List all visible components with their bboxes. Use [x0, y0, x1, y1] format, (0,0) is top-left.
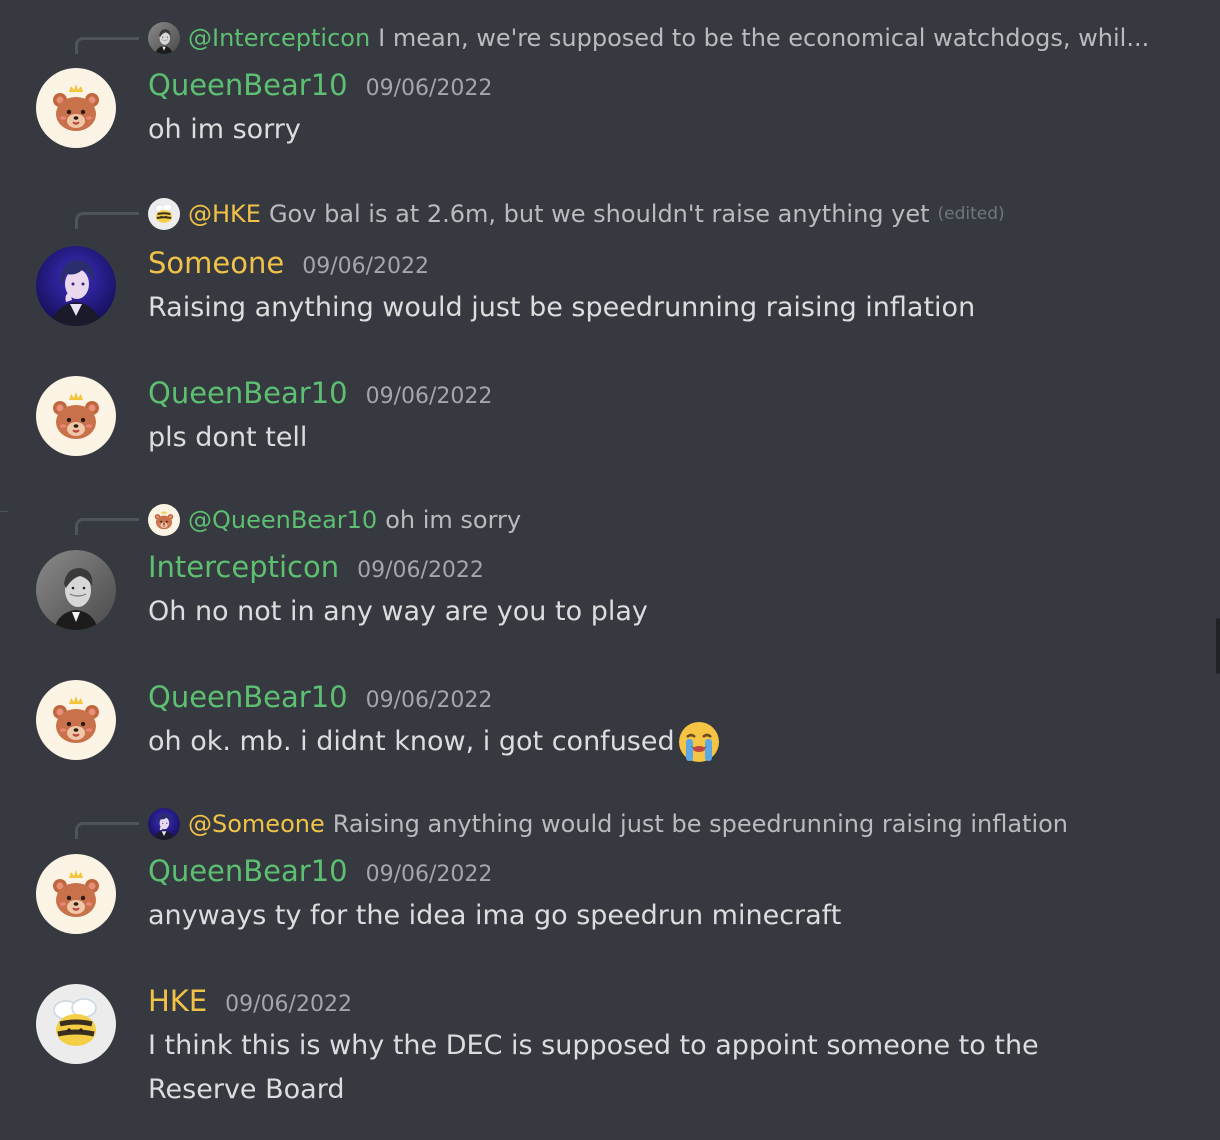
- timestamp: 09/06/2022: [302, 254, 430, 279]
- chat-message-list: @Intercepticon I mean, we're supposed to…: [0, 0, 1220, 1140]
- message-content: oh im sorry: [148, 108, 301, 152]
- message-line: Raising anything would just be speedrunn…: [148, 292, 976, 323]
- username[interactable]: HKE: [148, 984, 207, 1018]
- message-line: oh ok. mb. i didnt know, i got confused: [148, 720, 723, 764]
- man-portrait-avatar[interactable]: [36, 550, 116, 630]
- reply-preview[interactable]: @Intercepticon I mean, we're supposed to…: [148, 22, 1149, 54]
- message-header: QueenBear10 09/06/2022: [148, 68, 492, 106]
- edited-tag: (edited): [937, 204, 1005, 224]
- message-content: oh ok. mb. i didnt know, i got confused: [148, 720, 723, 764]
- message-line: pls dont tell: [148, 422, 308, 453]
- message-line: oh im sorry: [148, 114, 301, 145]
- reply-connector: [75, 37, 139, 54]
- reply-connector: [75, 518, 139, 535]
- reply-text: oh im sorry: [385, 506, 522, 534]
- reply-username[interactable]: @HKE: [188, 200, 261, 228]
- reply-preview[interactable]: @HKE Gov bal is at 2.6m, but we shouldn'…: [148, 198, 1005, 230]
- anime-avatar[interactable]: [36, 246, 116, 326]
- loudly-crying-emoji: [675, 720, 723, 764]
- reply-text: Raising anything would just be speedrunn…: [332, 810, 1069, 838]
- bee-avatar: [148, 198, 180, 230]
- bear-avatar: [148, 504, 180, 536]
- reply-connector: [75, 822, 139, 839]
- bear-avatar[interactable]: [36, 68, 116, 148]
- message-line: anyways ty for the idea ima go speedrun …: [148, 900, 842, 931]
- message-line: Oh no not in any way are you to play: [148, 596, 648, 627]
- man-portrait-avatar: [148, 22, 180, 54]
- reply-text: I mean, we're supposed to be the economi…: [378, 24, 1150, 52]
- message-header: QueenBear10 09/06/2022: [148, 854, 492, 892]
- message-content: Oh no not in any way are you to play: [148, 590, 648, 634]
- scrollbar-thumb[interactable]: [1216, 618, 1220, 674]
- message-header: QueenBear10 09/06/2022: [148, 680, 492, 718]
- reply-preview[interactable]: @QueenBear10 oh im sorry: [148, 504, 521, 536]
- timestamp: 09/06/2022: [357, 558, 484, 583]
- message-content: I think this is why the DEC is supposed …: [148, 1024, 1039, 1112]
- bear-avatar[interactable]: [36, 854, 116, 934]
- username[interactable]: QueenBear10: [148, 376, 348, 410]
- username[interactable]: Intercepticon: [148, 550, 339, 584]
- message-text: oh ok. mb. i didnt know, i got confused: [148, 726, 675, 757]
- anime-avatar: [148, 808, 180, 840]
- divider-notch: [0, 511, 8, 512]
- message-header: QueenBear10 09/06/2022: [148, 376, 492, 414]
- message-header: Someone 09/06/2022: [148, 246, 429, 284]
- message-content: pls dont tell: [148, 416, 307, 460]
- timestamp: 09/06/2022: [225, 992, 352, 1017]
- message-line: Reserve Board: [148, 1074, 345, 1105]
- reply-username[interactable]: @Intercepticon: [188, 24, 370, 52]
- reply-preview[interactable]: @Someone Raising anything would just be …: [148, 808, 1068, 840]
- timestamp: 09/06/2022: [365, 384, 493, 409]
- bee-avatar[interactable]: [36, 984, 116, 1064]
- bear-avatar[interactable]: [36, 376, 116, 456]
- username[interactable]: QueenBear10: [148, 680, 348, 714]
- timestamp: 09/06/2022: [365, 862, 493, 887]
- message-line: I think this is why the DEC is supposed …: [148, 1030, 1039, 1061]
- username[interactable]: QueenBear10: [148, 854, 348, 888]
- message-header: Intercepticon 09/06/2022: [148, 550, 484, 588]
- message-content: Raising anything would just be speedrunn…: [148, 286, 975, 330]
- username[interactable]: QueenBear10: [148, 68, 348, 102]
- username[interactable]: Someone: [148, 246, 284, 280]
- bear-avatar[interactable]: [36, 680, 116, 760]
- reply-connector: [75, 212, 139, 229]
- message-header: HKE 09/06/2022: [148, 984, 352, 1022]
- timestamp: 09/06/2022: [365, 688, 493, 713]
- reply-text: Gov bal is at 2.6m, but we shouldn't rai…: [268, 200, 930, 228]
- timestamp: 09/06/2022: [365, 76, 493, 101]
- reply-username[interactable]: @Someone: [188, 810, 325, 838]
- message-content: anyways ty for the idea ima go speedrun …: [148, 894, 841, 938]
- reply-username[interactable]: @QueenBear10: [188, 506, 377, 534]
